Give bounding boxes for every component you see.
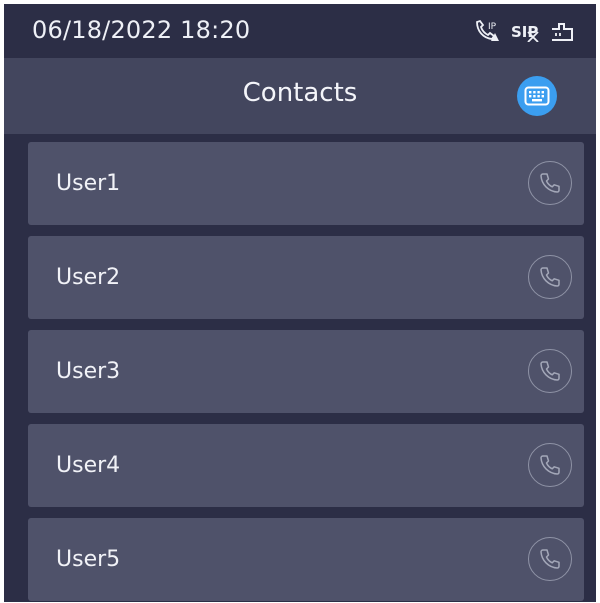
network-icon [552,23,573,41]
keyboard-button[interactable] [517,76,557,116]
contact-row[interactable]: User4 [28,424,584,507]
contact-row[interactable]: User3 [28,330,584,413]
contact-name: User4 [56,453,121,478]
keyboard-icon [524,86,550,106]
call-button[interactable] [528,255,572,299]
contact-list: User1 User2 User3 User4 User5 [28,142,584,602]
contact-row[interactable]: User1 [28,142,584,225]
phone-icon [540,361,560,381]
contact-row[interactable]: User5 [28,518,584,601]
phone-icon [540,173,560,193]
contact-name: User5 [56,547,121,572]
sip-disabled-icon: SIP [511,23,539,42]
call-button[interactable] [528,349,572,393]
device-screen: 06/18/2022 18:20 IP SIP Contacts User1 U… [4,4,596,602]
phone-icon [540,455,560,475]
contact-name: User1 [56,171,121,196]
header-bar: Contacts [4,58,596,134]
phone-icon [540,267,560,287]
page-title: Contacts [242,78,358,108]
call-button[interactable] [528,443,572,487]
call-button[interactable] [528,161,572,205]
datetime: 06/18/2022 18:20 [32,16,251,44]
phone-icon [540,549,560,569]
contact-name: User3 [56,359,121,384]
call-button[interactable] [528,537,572,581]
status-icons: IP SIP [474,19,574,43]
status-bar: 06/18/2022 18:20 IP SIP [4,4,596,58]
contact-row[interactable]: User2 [28,236,584,319]
ip-call-warning-icon: IP [476,19,499,41]
contact-name: User2 [56,265,121,290]
ip-label: IP [488,22,497,32]
